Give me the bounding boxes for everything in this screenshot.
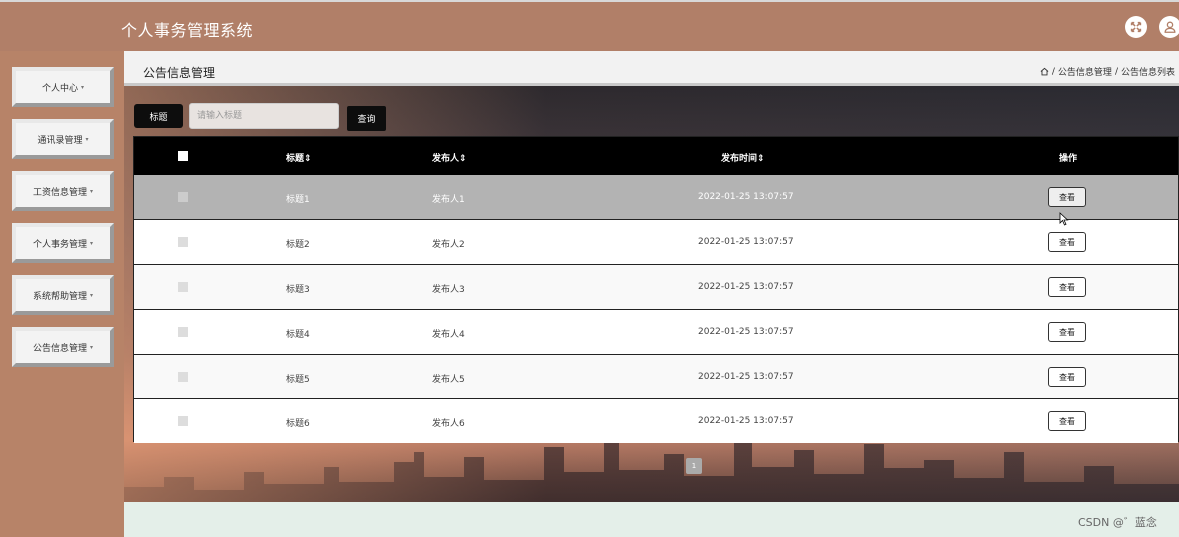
page-title: 公告信息管理 xyxy=(143,66,216,80)
table-row[interactable]: 标题3 发布人3 2022-01-25 13:07:57 查看 xyxy=(134,264,1178,309)
row-checkbox[interactable] xyxy=(178,327,188,337)
breadcrumb: / 公告信息管理 / 公告信息列表 xyxy=(1040,65,1175,78)
select-all-checkbox[interactable] xyxy=(178,151,188,161)
chevron-down-icon: ▾ xyxy=(85,135,89,143)
sidebar-item-contacts[interactable]: 通讯录管理 ▾ xyxy=(12,119,114,159)
chevron-down-icon: ▾ xyxy=(81,83,85,91)
view-button[interactable]: 查看 xyxy=(1048,322,1086,342)
sidebar-item-personal-center[interactable]: 个人中心 ▾ xyxy=(12,67,114,107)
sidebar-item-label: 个人事务管理 xyxy=(32,239,87,250)
cell-publish-time: 2022-01-25 13:07:57 xyxy=(698,282,794,292)
table-row[interactable]: 标题2 发布人2 2022-01-25 13:07:57 查看 xyxy=(134,219,1178,264)
pagination-page-1[interactable]: 1 xyxy=(686,458,702,474)
chevron-down-icon: ▾ xyxy=(90,343,94,351)
table-row[interactable]: 标题5 发布人5 2022-01-25 13:07:57 查看 xyxy=(134,354,1178,399)
column-header-actions: 操作 xyxy=(1059,154,1078,164)
sidebar-item-announcements[interactable]: 公告信息管理 ▾ xyxy=(12,327,114,367)
cell-title: 标题6 xyxy=(286,419,310,429)
row-checkbox[interactable] xyxy=(178,282,188,292)
sidebar-item-personal-affairs[interactable]: 个人事务管理 ▾ xyxy=(12,223,114,263)
watermark: CSDN @゛蓝念 xyxy=(1078,516,1157,529)
view-button[interactable]: 查看 xyxy=(1048,232,1086,252)
fullscreen-icon[interactable] xyxy=(1125,16,1147,38)
announcement-table: 标题⇕ 发布人⇕ 发布时间⇕ 操作 标题1 发布人1 2022-01-25 13… xyxy=(133,136,1179,443)
cell-publish-time: 2022-01-25 13:07:57 xyxy=(698,372,794,382)
search-input[interactable] xyxy=(189,103,339,129)
cell-publish-time: 2022-01-25 13:07:57 xyxy=(698,416,794,426)
row-checkbox[interactable] xyxy=(178,237,188,247)
view-button[interactable]: 查看 xyxy=(1048,367,1086,387)
page-title-bar: 公告信息管理 / 公告信息管理 / 公告信息列表 xyxy=(124,51,1179,86)
cell-publisher: 发布人2 xyxy=(432,240,465,250)
cell-publisher: 发布人6 xyxy=(432,419,465,429)
cell-title: 标题2 xyxy=(286,240,310,250)
search-button[interactable]: 查询 xyxy=(347,106,386,131)
cell-publisher: 发布人3 xyxy=(432,285,465,295)
top-header: 个人事务管理系统 xyxy=(0,0,1179,51)
cell-publisher: 发布人4 xyxy=(432,330,465,340)
sort-icon: ⇕ xyxy=(459,154,467,164)
row-checkbox[interactable] xyxy=(178,192,188,202)
chevron-down-icon: ▾ xyxy=(90,239,94,247)
cell-publisher: 发布人5 xyxy=(432,375,465,385)
app-title: 个人事务管理系统 xyxy=(121,21,254,40)
cell-title: 标题3 xyxy=(286,285,310,295)
cell-title: 标题4 xyxy=(286,330,310,340)
sidebar-item-label: 个人中心 xyxy=(41,83,78,94)
cell-title: 标题1 xyxy=(286,195,310,205)
cell-publish-time: 2022-01-25 13:07:57 xyxy=(698,327,794,337)
view-button[interactable]: 查看 xyxy=(1048,411,1086,431)
main-content: 公告信息管理 / 公告信息管理 / 公告信息列表 标题 查询 标题⇕ 发布人⇕ … xyxy=(124,51,1179,502)
row-checkbox[interactable] xyxy=(178,416,188,426)
table-row[interactable]: 标题6 发布人6 2022-01-25 13:07:57 查看 xyxy=(134,398,1178,443)
view-button[interactable]: 查看 xyxy=(1048,187,1086,207)
column-header-publisher[interactable]: 发布人⇕ xyxy=(432,151,467,164)
breadcrumb-separator: / xyxy=(1114,66,1118,77)
cell-publish-time: 2022-01-25 13:07:57 xyxy=(698,192,794,202)
breadcrumb-separator: / xyxy=(1051,66,1055,77)
user-icon[interactable] xyxy=(1159,16,1179,38)
sidebar-item-label: 公告信息管理 xyxy=(32,343,87,354)
view-button[interactable]: 查看 xyxy=(1048,277,1086,297)
column-header-title[interactable]: 标题⇕ xyxy=(286,151,312,164)
mouse-cursor-icon xyxy=(1059,212,1069,226)
sidebar-item-label: 工资信息管理 xyxy=(32,187,87,198)
breadcrumb-item: 公告信息列表 xyxy=(1120,68,1175,78)
table-row[interactable]: 标题1 发布人1 2022-01-25 13:07:57 查看 xyxy=(134,175,1178,220)
sort-icon: ⇕ xyxy=(304,154,312,164)
cell-publish-time: 2022-01-25 13:07:57 xyxy=(698,237,794,247)
sort-icon: ⇕ xyxy=(757,154,765,164)
table-header: 标题⇕ 发布人⇕ 发布时间⇕ 操作 xyxy=(134,137,1178,175)
table-row[interactable]: 标题4 发布人4 2022-01-25 13:07:57 查看 xyxy=(134,309,1178,354)
cell-title: 标题5 xyxy=(286,375,310,385)
sidebar-item-salary[interactable]: 工资信息管理 ▾ xyxy=(12,171,114,211)
column-header-publish-time[interactable]: 发布时间⇕ xyxy=(721,151,765,164)
home-icon[interactable] xyxy=(1040,67,1049,76)
chevron-down-icon: ▾ xyxy=(90,291,94,299)
row-checkbox[interactable] xyxy=(178,372,188,382)
sidebar-item-system-help[interactable]: 系统帮助管理 ▾ xyxy=(12,275,114,315)
search-label: 标题 xyxy=(134,104,183,128)
sidebar: 个人中心 ▾ 通讯录管理 ▾ 工资信息管理 ▾ 个人事务管理 ▾ 系统帮助管理 ▾ 公告信… xyxy=(0,51,124,537)
sidebar-item-label: 通讯录管理 xyxy=(37,135,83,146)
chevron-down-icon: ▾ xyxy=(90,187,94,195)
cell-publisher: 发布人1 xyxy=(432,195,465,205)
breadcrumb-item[interactable]: 公告信息管理 xyxy=(1058,65,1112,78)
sidebar-item-label: 系统帮助管理 xyxy=(32,291,87,302)
